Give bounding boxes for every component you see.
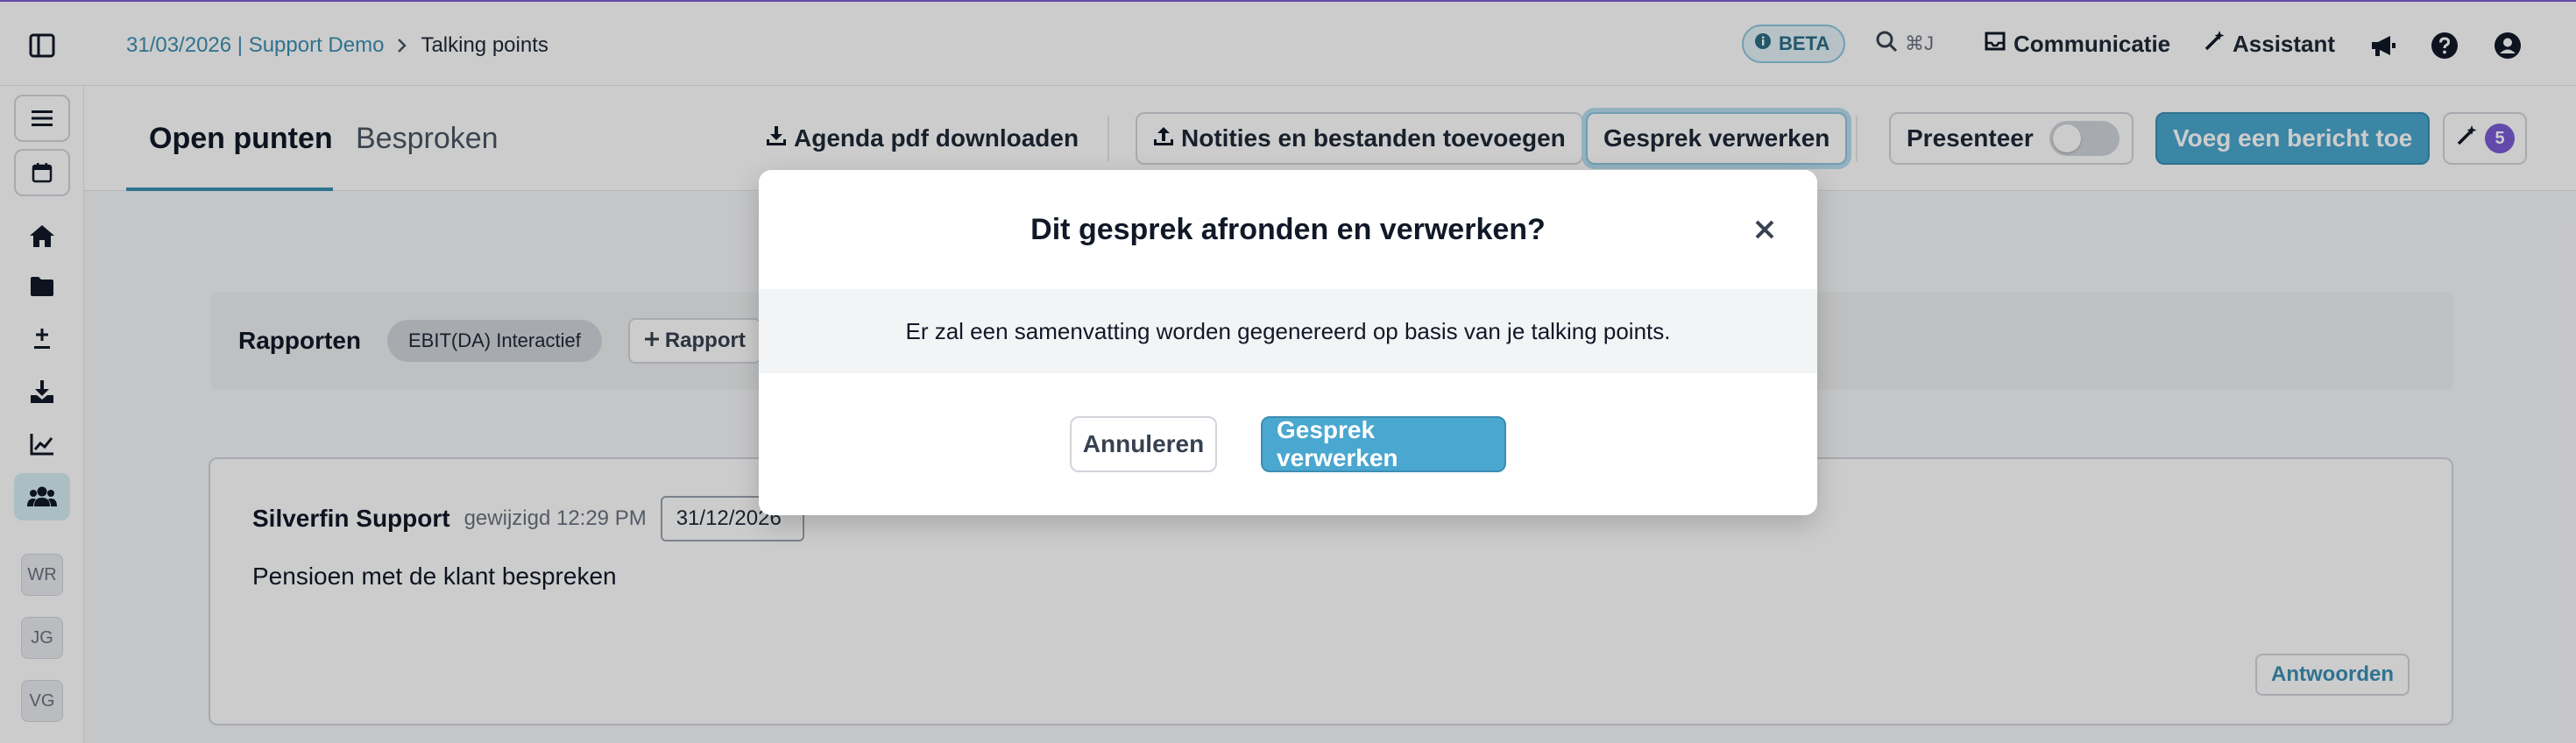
close-icon[interactable] [1747, 212, 1782, 247]
dialog-footer: Annuleren Gesprek verwerken [759, 373, 1817, 515]
dialog-message: Er zal een samenvatting worden gegeneree… [759, 289, 1817, 373]
cancel-button[interactable]: Annuleren [1070, 416, 1217, 472]
dialog-title: Dit gesprek afronden en verwerken? [1030, 212, 1546, 246]
confirm-process-button[interactable]: Gesprek verwerken [1261, 416, 1506, 472]
confirm-dialog: Dit gesprek afronden en verwerken? Er za… [759, 170, 1817, 515]
